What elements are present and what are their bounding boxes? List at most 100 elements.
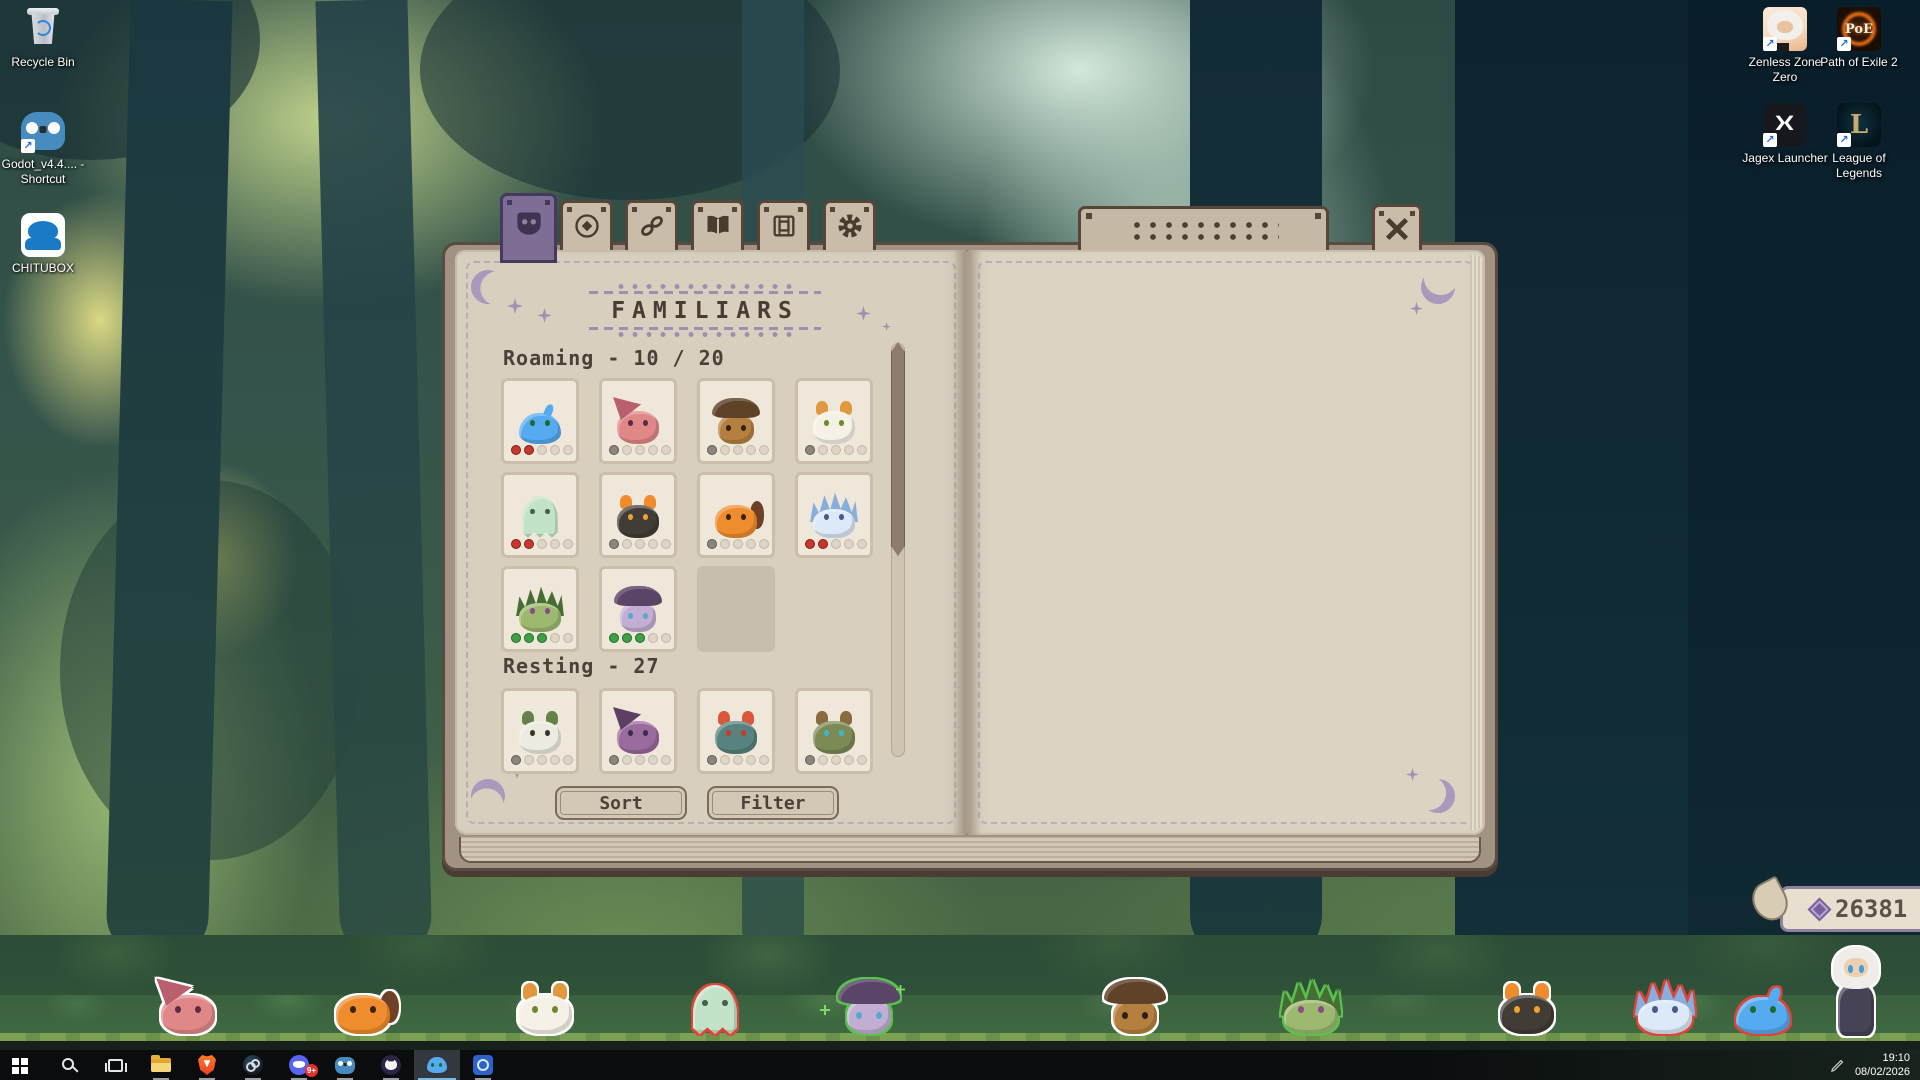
pip-empty	[857, 539, 867, 549]
pip-empty	[537, 445, 547, 455]
diamond-row-decoration	[611, 283, 799, 290]
shortcut-arrow-icon: ↗	[21, 139, 35, 153]
pip-filled	[511, 445, 521, 455]
windows-logo-icon	[12, 1058, 19, 1065]
taskbar-chitubox[interactable]	[460, 1050, 506, 1080]
pip-empty	[550, 539, 560, 549]
league-of-legends-icon: L ↗	[1836, 102, 1882, 148]
page-title: FAMILIARS	[563, 294, 847, 327]
ground-creature-leaf-bush[interactable]	[1278, 976, 1344, 1042]
desktop-icon-label: Path of Exile 2	[1820, 55, 1897, 70]
pip-empty	[746, 445, 756, 455]
right-page	[967, 250, 1485, 835]
familiar-slot-acorn[interactable]	[697, 378, 775, 464]
bond-pips	[511, 539, 573, 549]
creature-red-panda	[330, 976, 396, 1038]
bond-pips	[805, 755, 867, 765]
pip-empty	[635, 445, 645, 455]
familiar-slot-leaf-bush[interactable]	[501, 566, 579, 652]
creature-red-panda	[710, 489, 762, 541]
pip-filled	[622, 633, 632, 643]
familiar-slot-sleepy-dragon[interactable]	[599, 688, 677, 774]
tab-familiars[interactable]	[500, 193, 557, 263]
familiar-slot-forest-deer[interactable]	[795, 688, 873, 774]
ground-creature-red-panda[interactable]	[330, 976, 396, 1042]
search-icon	[62, 1058, 74, 1070]
start-button[interactable]	[0, 1050, 46, 1080]
taskbar-clock[interactable]: 19:10 08/02/2026	[1855, 1051, 1910, 1080]
ground-creature-frost-hedgehog[interactable]	[1632, 976, 1698, 1042]
chitubox-app-icon	[473, 1055, 493, 1075]
familiar-slot-moss-panda[interactable]	[501, 688, 579, 774]
creature-pink-dragon	[155, 976, 221, 1038]
familiar-slot-red-panda[interactable]	[697, 472, 775, 558]
taskbar-game-familiars[interactable]	[414, 1050, 460, 1080]
familiar-slot-empty	[697, 566, 775, 652]
desktop-icon-chitubox[interactable]: CHITUBOX	[0, 212, 86, 276]
pen-icon[interactable]	[1830, 1058, 1845, 1073]
desktop-icon-path-of-exile-2[interactable]: PoE ↗ Path of Exile 2	[1816, 6, 1902, 70]
steam-icon	[243, 1055, 263, 1075]
pip-filled	[805, 445, 815, 455]
familiar-slot-blue-slime[interactable]	[501, 378, 579, 464]
familiar-slot-frost-hedgehog[interactable]	[795, 472, 873, 558]
creature-sleepy-dragon	[612, 705, 664, 757]
creature-acorn	[1102, 976, 1168, 1038]
pip-empty	[661, 445, 671, 455]
familiar-slot-mushroom[interactable]	[599, 566, 677, 652]
desktop-icon-league-of-legends[interactable]: L ↗ League of Legends	[1816, 102, 1902, 181]
desktop-icon-godot[interactable]: ↗ Godot_v4.4.... - Shortcut	[0, 108, 86, 187]
pip-filled	[805, 539, 815, 549]
shortcut-arrow-icon: ↗	[1837, 133, 1851, 147]
familiar-slot-green-ghost[interactable]	[501, 472, 579, 558]
pip-filled	[635, 633, 645, 643]
familiars-scrollbar-thumb[interactable]	[891, 342, 905, 556]
bond-pips	[805, 539, 867, 549]
creature-blue-slime	[1730, 976, 1796, 1038]
pip-empty	[857, 755, 867, 765]
task-view-button[interactable]	[92, 1050, 138, 1080]
dash-line-decoration	[589, 327, 821, 330]
desktop-icon-label: League of Legends	[1816, 151, 1902, 181]
familiars-scrollbar-track[interactable]	[891, 343, 905, 757]
familiar-slot-ember-mouse[interactable]	[599, 472, 677, 558]
creature-calico-cat	[808, 395, 860, 447]
familiar-slot-mane-lion[interactable]	[697, 688, 775, 774]
resting-section-heading: Resting - 27	[503, 654, 660, 678]
ground-creature-acorn[interactable]	[1102, 976, 1168, 1042]
ground-creature-librarian[interactable]	[1824, 946, 1888, 1042]
bond-pips	[609, 539, 671, 549]
taskbar-steam[interactable]	[230, 1050, 276, 1080]
ground-creature-calico-cat[interactable]	[512, 976, 578, 1042]
taskbar-godot[interactable]	[322, 1050, 368, 1080]
search-button[interactable]	[46, 1050, 92, 1080]
creature-leaf-bush	[1278, 976, 1344, 1038]
pip-empty	[622, 539, 632, 549]
bond-pips	[609, 633, 671, 643]
bond-pips	[609, 445, 671, 455]
pip-empty	[661, 755, 671, 765]
close-tab-button[interactable]	[1372, 204, 1422, 256]
pip-empty	[733, 445, 743, 455]
ground-creature-mushroom[interactable]	[836, 976, 902, 1042]
taskbar-brave[interactable]	[184, 1050, 230, 1080]
ground-creature-blue-slime[interactable]	[1730, 976, 1796, 1042]
taskbar-github[interactable]	[368, 1050, 414, 1080]
bookmark-tab[interactable]	[1078, 206, 1329, 256]
taskbar-discord[interactable]: 9+	[276, 1050, 322, 1080]
pip-empty	[524, 755, 534, 765]
desktop-icon-recycle-bin[interactable]: Recycle Bin	[0, 6, 86, 70]
ground-creature-green-ghost[interactable]	[682, 976, 748, 1042]
ground-creature-pink-dragon[interactable]	[155, 976, 221, 1042]
creature-librarian	[1824, 946, 1888, 1038]
sort-button[interactable]: Sort	[555, 786, 687, 820]
taskbar-file-explorer[interactable]	[138, 1050, 184, 1080]
clock-time: 19:10	[1855, 1051, 1910, 1065]
zenless-zone-zero-icon: ↗	[1762, 6, 1808, 52]
filter-button[interactable]: Filter	[707, 786, 839, 820]
pip-filled	[511, 539, 521, 549]
github-icon	[381, 1055, 401, 1075]
ground-creature-ember-mouse[interactable]	[1494, 976, 1560, 1042]
familiar-slot-calico-cat[interactable]	[795, 378, 873, 464]
familiar-slot-pink-dragon[interactable]	[599, 378, 677, 464]
